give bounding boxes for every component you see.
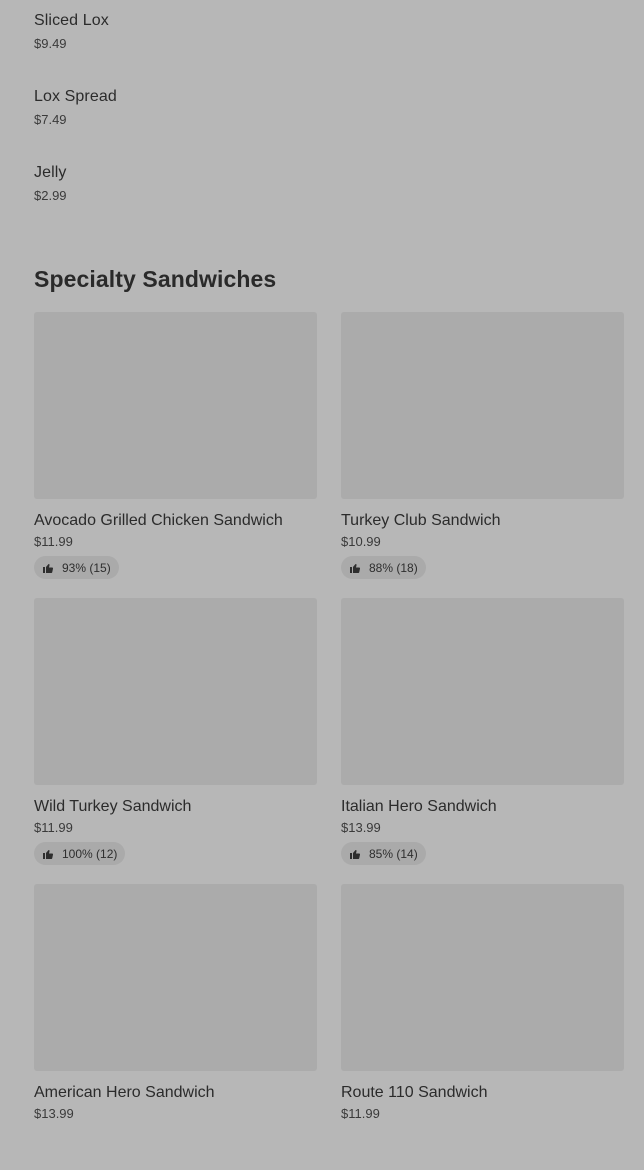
rating-text: 100% (12) (62, 846, 118, 861)
rating-badge: 100% (12) (34, 842, 126, 865)
menu-item-name: American Hero Sandwich (34, 1084, 215, 1101)
menu-item-price: $9.49 (34, 36, 67, 51)
rating-text: 85% (14) (369, 846, 418, 861)
menu-item-name: Sliced Lox (34, 12, 109, 29)
item-image-placeholder[interactable] (341, 884, 624, 1071)
section-title: Specialty Sandwiches (34, 266, 277, 292)
item-image-placeholder[interactable] (34, 884, 317, 1071)
thumbs-up-icon (42, 562, 54, 574)
menu-item-price: $13.99 (34, 1106, 74, 1121)
thumbs-up-icon (349, 848, 361, 860)
menu-card-avocado-grilled-chicken[interactable]: Avocado Grilled Chicken Sandwich $11.99 … (34, 312, 317, 598)
rating-text: 93% (15) (62, 560, 111, 575)
thumbs-up-icon (42, 848, 54, 860)
menu-item-name: Wild Turkey Sandwich (34, 798, 192, 815)
menu-card-turkey-club[interactable]: Turkey Club Sandwich $10.99 88% (18) (341, 312, 624, 598)
menu-card-american-hero[interactable]: American Hero Sandwich $13.99 (34, 884, 317, 1170)
menu-item-name: Route 110 Sandwich (341, 1084, 488, 1101)
menu-item-sliced-lox[interactable]: Sliced Lox $9.49 (34, 11, 109, 52)
menu-card-wild-turkey[interactable]: Wild Turkey Sandwich $11.99 100% (12) (34, 598, 317, 884)
menu-grid: Avocado Grilled Chicken Sandwich $11.99 … (34, 312, 624, 1170)
item-image-placeholder[interactable] (34, 598, 317, 785)
menu-item-price: $13.99 (341, 820, 381, 835)
menu-card-route-110[interactable]: Route 110 Sandwich $11.99 (341, 884, 624, 1170)
thumbs-up-icon (349, 562, 361, 574)
menu-item-price: $10.99 (341, 534, 381, 549)
rating-text: 88% (18) (369, 560, 418, 575)
menu-item-name: Jelly (34, 164, 67, 181)
menu-item-lox-spread[interactable]: Lox Spread $7.49 (34, 87, 117, 128)
menu-item-jelly[interactable]: Jelly $2.99 (34, 163, 67, 204)
menu-item-price: $2.99 (34, 188, 67, 203)
rating-badge: 88% (18) (341, 556, 426, 579)
menu-item-name: Avocado Grilled Chicken Sandwich (34, 512, 283, 529)
item-image-placeholder[interactable] (341, 598, 624, 785)
menu-item-price: $7.49 (34, 112, 67, 127)
item-image-placeholder[interactable] (341, 312, 624, 499)
menu-item-price: $11.99 (341, 1106, 380, 1121)
menu-item-name: Italian Hero Sandwich (341, 798, 497, 815)
rating-badge: 93% (15) (34, 556, 119, 579)
menu-card-italian-hero[interactable]: Italian Hero Sandwich $13.99 85% (14) (341, 598, 624, 884)
rating-badge: 85% (14) (341, 842, 426, 865)
menu-item-name: Lox Spread (34, 88, 117, 105)
menu-item-price: $11.99 (34, 534, 73, 549)
menu-item-price: $11.99 (34, 820, 73, 835)
item-image-placeholder[interactable] (34, 312, 317, 499)
menu-item-name: Turkey Club Sandwich (341, 512, 501, 529)
